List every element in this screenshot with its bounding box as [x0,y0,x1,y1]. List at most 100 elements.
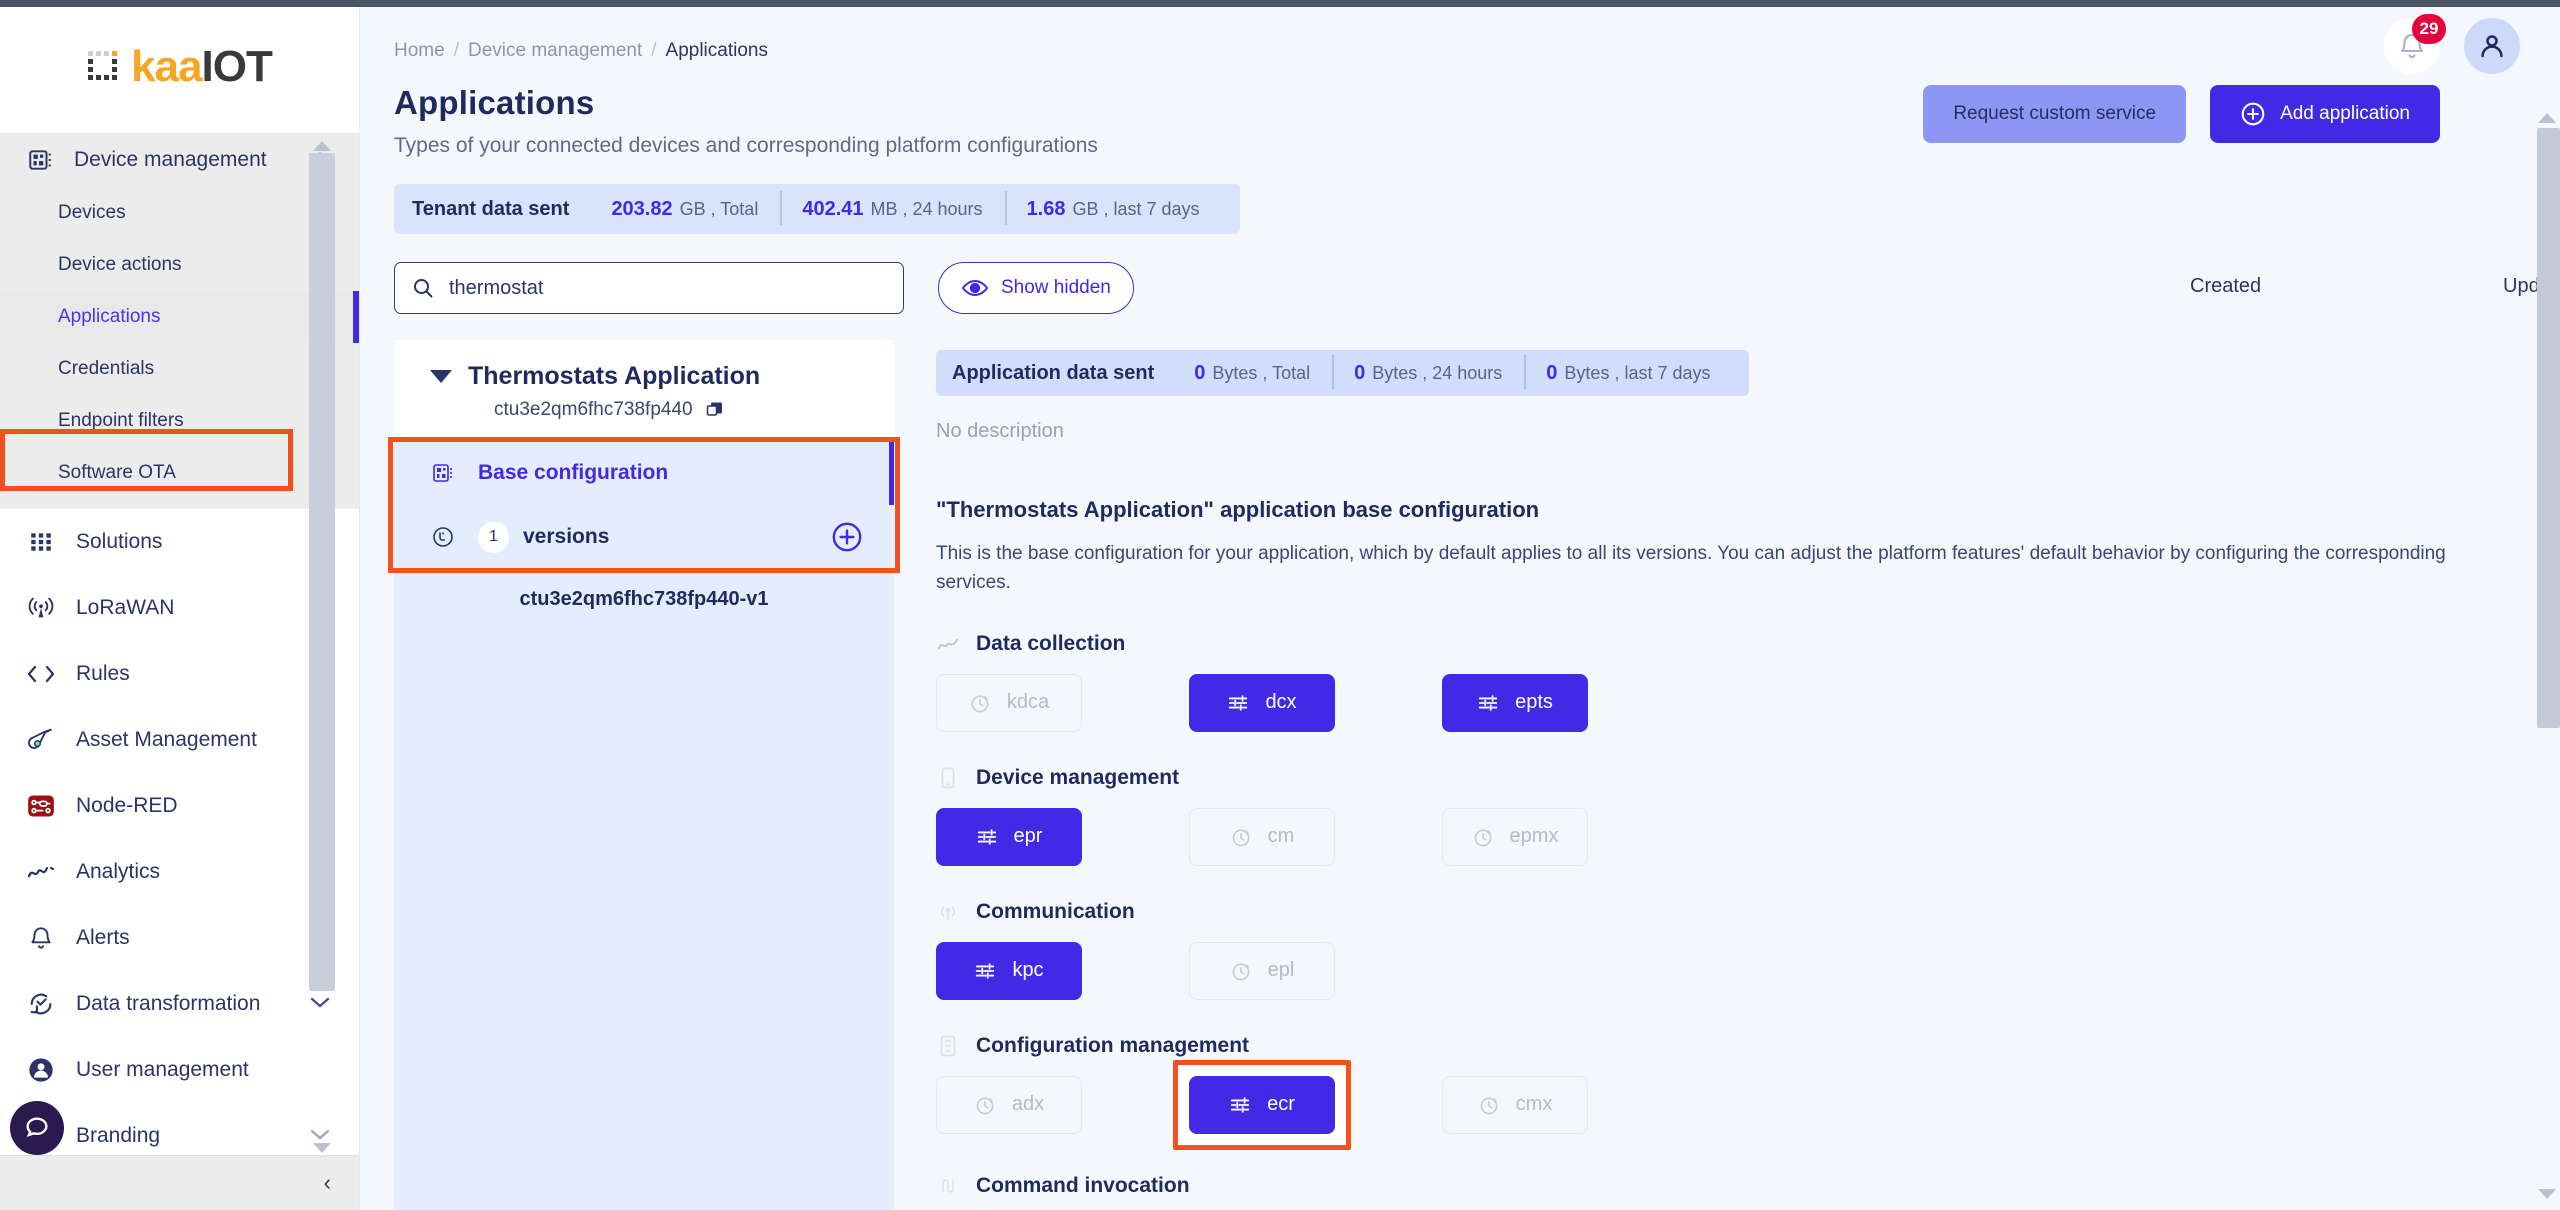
section-header: Communication [936,900,2560,924]
service-button-cmx[interactable]: cmx [1442,1075,1588,1134]
service-cell: epts [1442,673,1695,732]
service-button-kpc[interactable]: kpc [936,941,1082,1000]
service-button-kdca[interactable]: kdca [936,673,1082,732]
section-header: Data collection [936,632,2560,656]
command-icon [936,1174,960,1198]
tree-rows: Base configuration 1 versions ctu3e2qm6f… [388,437,900,1210]
plus-circle-icon [2240,101,2266,127]
service-label: kdca [1006,691,1050,714]
service-button-epr[interactable]: epr [936,807,1082,866]
search-box[interactable] [394,262,904,314]
show-hidden-toggle[interactable]: Show hidden [938,262,1134,314]
app-stat-total: 0 Bytes , Total [1172,362,1332,385]
versions-label: versions [523,525,610,548]
service-button-adx[interactable]: adx [936,1075,1082,1134]
service-row: kpc epl [936,941,2560,1000]
sidebar-item-devices[interactable]: Devices [0,187,359,239]
sidebar-item-lorawan[interactable]: LoRaWAN [0,575,359,641]
scroll-up-arrow-icon[interactable] [313,138,331,151]
breadcrumb-home[interactable]: Home [394,40,445,61]
app-stat-unit: Bytes , 24 hours [1372,362,1503,383]
device-icon [936,766,960,790]
sidebar-item-device-actions[interactable]: Device actions [0,239,359,291]
service-button-dcx[interactable]: dcx [1189,673,1335,732]
chat-support-button[interactable] [10,1101,64,1155]
app-stat-value: 0 [1546,361,1558,384]
transform-icon [26,989,56,1019]
sidebar-item-data-transformation[interactable]: Data transformation [0,971,359,1037]
section-device-management: Device management epr cm epmx [936,766,2560,866]
collapse-sidebar-button[interactable]: ‹ [324,1172,331,1194]
add-application-button[interactable]: Add application [2210,85,2440,143]
service-button-epmx[interactable]: epmx [1442,807,1588,866]
sidebar-item-endpoint-filters[interactable]: Endpoint filters [0,395,359,447]
application-id: ctu3e2qm6fhc738fp440 [494,399,693,420]
sidebar-item-label: Rules [76,662,130,685]
service-cell: epr [936,807,1189,866]
analytics-icon [26,857,56,887]
sidebar-group-label: Device management [74,148,267,171]
section-header: Command invocation [936,1174,2560,1198]
chart-line-icon [936,632,960,656]
add-version-button[interactable] [830,520,864,554]
sidebar-item-applications[interactable]: Applications [0,291,359,343]
sidebar-item-rules[interactable]: Rules [0,641,359,707]
sidebar-item-credentials[interactable]: Credentials [0,343,359,395]
top-right-icons: 29 [2384,14,2520,74]
avatar[interactable] [2464,18,2520,74]
sidebar-item-solutions[interactable]: Solutions [0,509,359,575]
service-button-cm[interactable]: cm [1189,807,1335,866]
main-scrollbar-thumb[interactable] [2537,128,2560,728]
sidebar-item-label: Solutions [76,530,163,553]
sidebar-item-label: Devices [58,202,126,223]
service-row: adx ecr cmx [936,1059,2560,1150]
sidebar-item-software-ota[interactable]: Software OTA [0,447,359,499]
service-cell: cm [1189,807,1442,866]
section-header: Configuration management [936,1034,2560,1058]
tree-panel-filler [394,629,894,1210]
base-configuration-label: Base configuration [478,461,669,484]
section-label: Command invocation [976,1173,1190,1197]
scroll-down-arrow-icon[interactable] [313,1140,331,1153]
sidebar-item-analytics[interactable]: Analytics [0,839,359,905]
tenant-stat-unit: GB , last 7 days [1072,198,1200,219]
app-stat-unit: Bytes , last 7 days [1564,362,1711,383]
scroll-down-arrow-icon[interactable] [2538,1186,2556,1199]
application-node[interactable]: Thermostats Application [394,362,894,391]
sidebar-item-asset-management[interactable]: Asset Management [0,707,359,773]
service-label: adx [1011,1093,1045,1116]
kaaiot-logo[interactable]: kaaIOT [87,44,273,89]
notifications-button[interactable]: 29 [2384,14,2446,74]
request-custom-service-button[interactable]: Request custom service [1923,85,2187,143]
service-cell: epmx [1442,807,1695,866]
service-cell: dcx [1189,673,1442,732]
breadcrumb-device-management[interactable]: Device management [468,40,642,61]
application-data-sent-bar: Application data sent 0 Bytes , Total 0 … [936,350,1749,396]
tenant-data-label: Tenant data sent [412,197,570,220]
search-input[interactable] [449,276,887,300]
sidebar-item-user-management[interactable]: User management [0,1037,359,1103]
sidebar-item-node-red[interactable]: Node-RED [0,773,359,839]
tree-row-versions[interactable]: 1 versions [394,505,894,569]
sidebar-group-device-management[interactable]: Device management [0,133,359,187]
main-scrollbar[interactable] [2534,0,2560,1210]
scroll-up-arrow-icon[interactable] [2538,110,2556,123]
sliders-icon [974,960,996,982]
service-cell: kpc [936,941,1189,1000]
service-cell-highlighted: ecr [1173,1059,1442,1150]
copy-icon[interactable] [705,400,725,420]
service-button-epts[interactable]: epts [1442,673,1588,732]
application-id-row: ctu3e2qm6fhc738fp440 [394,399,894,421]
service-button-ecr[interactable]: ecr [1189,1075,1335,1134]
sidebar-item-alerts[interactable]: Alerts [0,905,359,971]
sidebar-item-label: Software OTA [58,462,176,483]
service-button-epl[interactable]: epl [1189,941,1335,1000]
sidebar-item-label: Credentials [58,358,155,379]
tree-row-base-configuration[interactable]: Base configuration [394,441,894,505]
node-red-icon [26,791,56,821]
sidebar-scrollbar-thumb[interactable] [309,153,335,991]
antenna-small-icon [936,900,960,924]
triangle-down-icon[interactable] [430,370,452,383]
tree-version-item[interactable]: ctu3e2qm6fhc738fp440-v1 [394,569,894,629]
sidebar-scrollbar[interactable] [309,133,335,1153]
